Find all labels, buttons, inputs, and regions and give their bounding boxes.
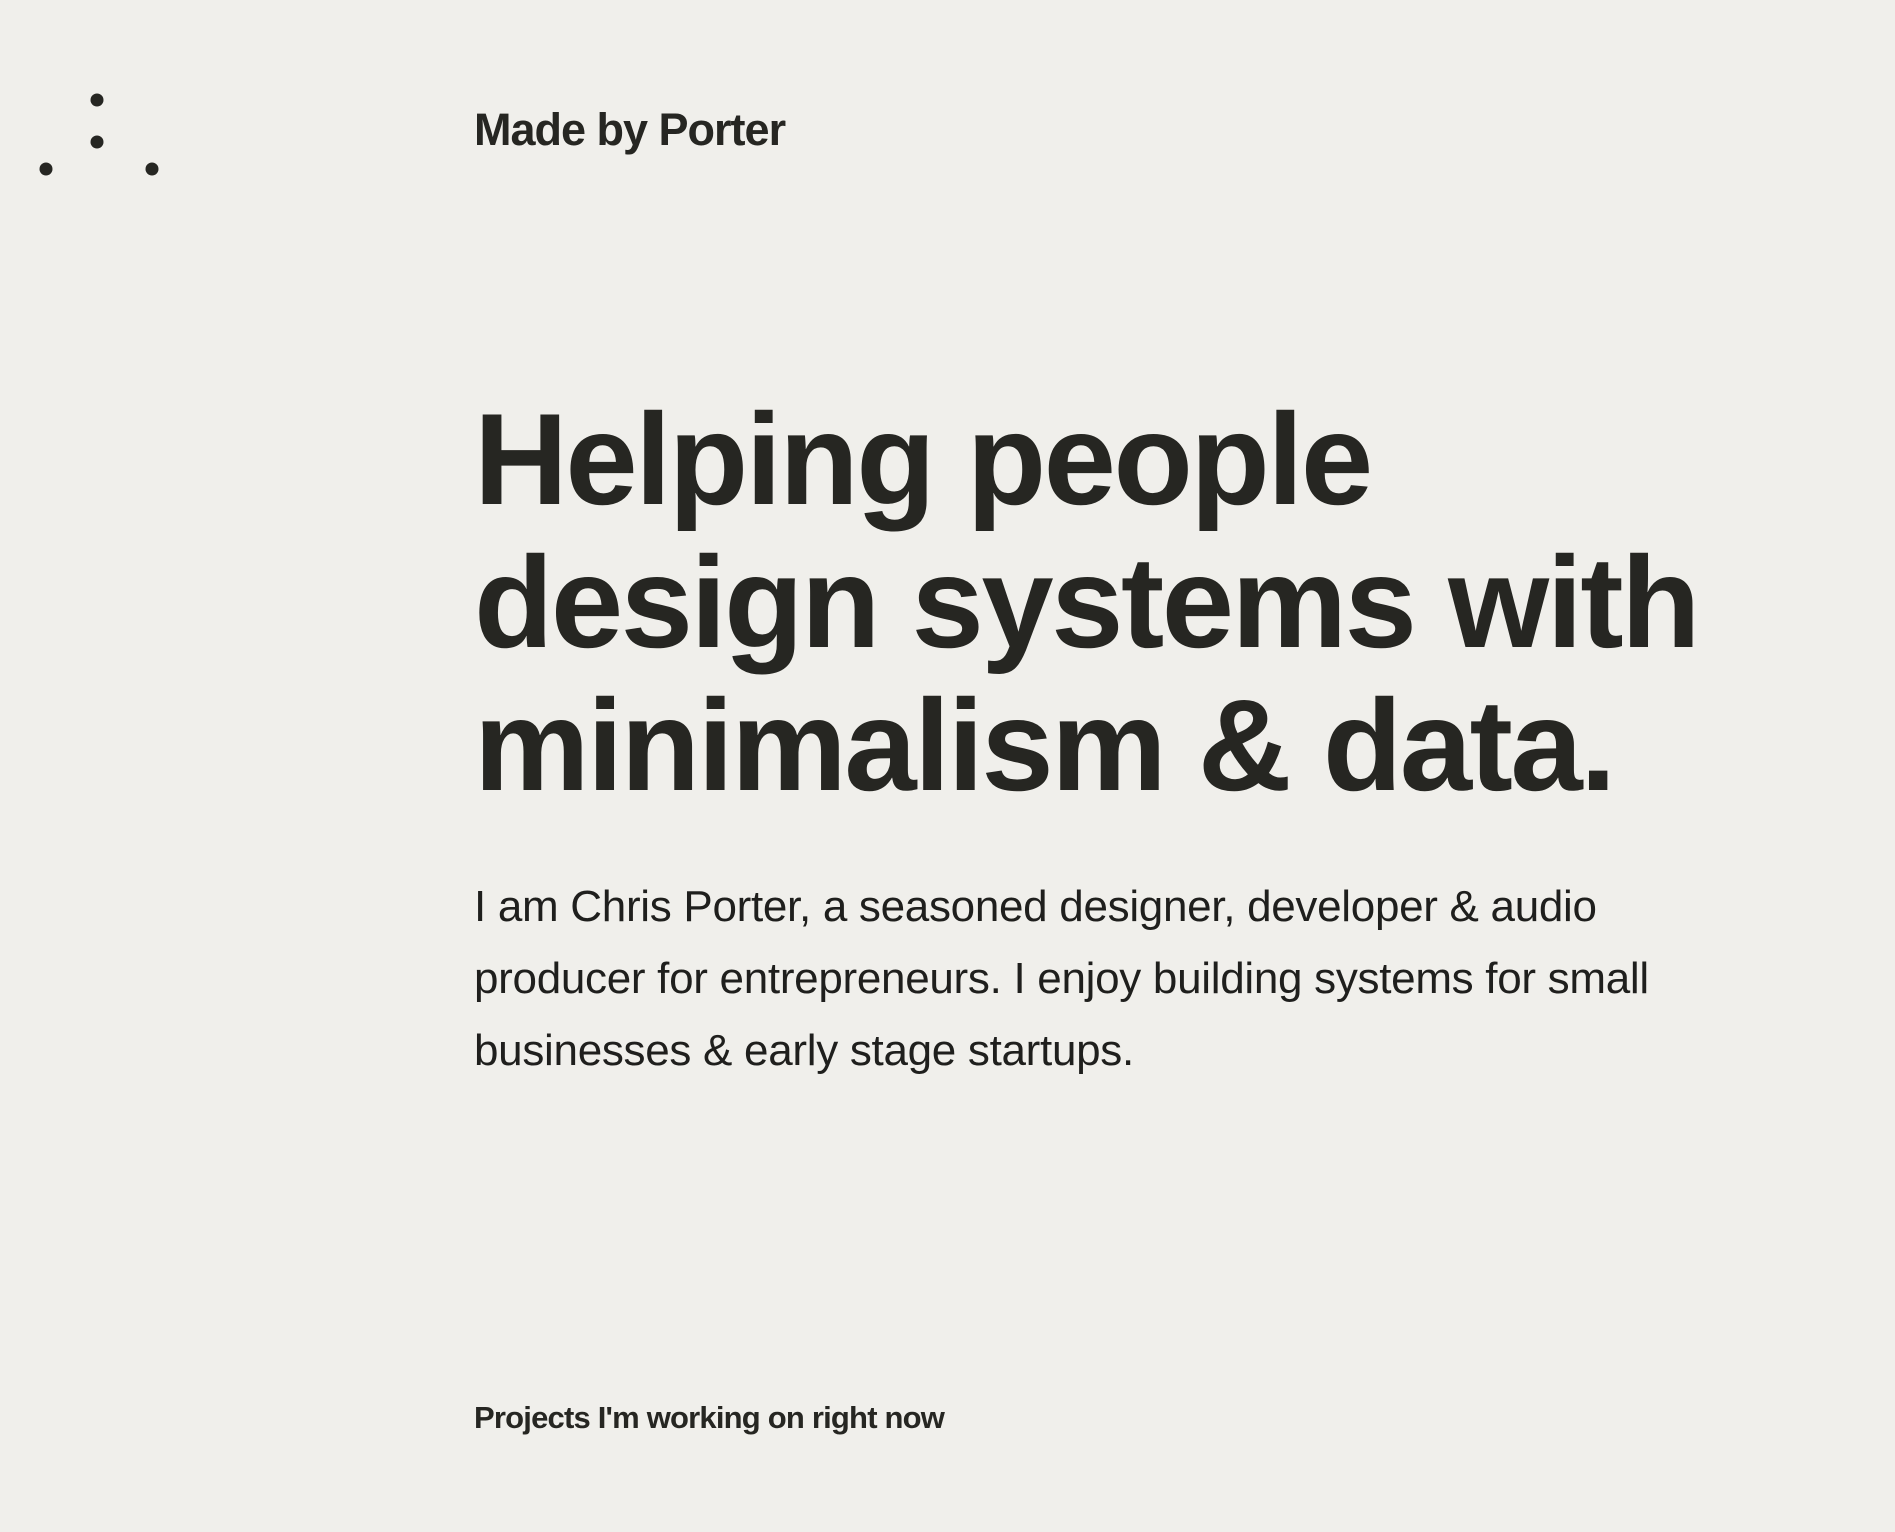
projects-heading: Projects I'm working on right now [474,1400,945,1435]
intro-paragraph: I am Chris Porter, a seasoned designer, … [474,882,1649,1075]
home-logo-link[interactable] [36,89,164,185]
headline-line-2: design systems with [474,529,1701,675]
brand-name-link[interactable]: Made by Porter [474,104,786,156]
headline-line-1: Helping people [474,386,1373,532]
hero-section: Helping people design systems with minim… [474,388,1854,1087]
dots-logo-icon [39,93,159,176]
headline-line-3: minimalism & data. [474,672,1616,818]
hero-headline: Helping people design systems with minim… [474,388,1854,817]
